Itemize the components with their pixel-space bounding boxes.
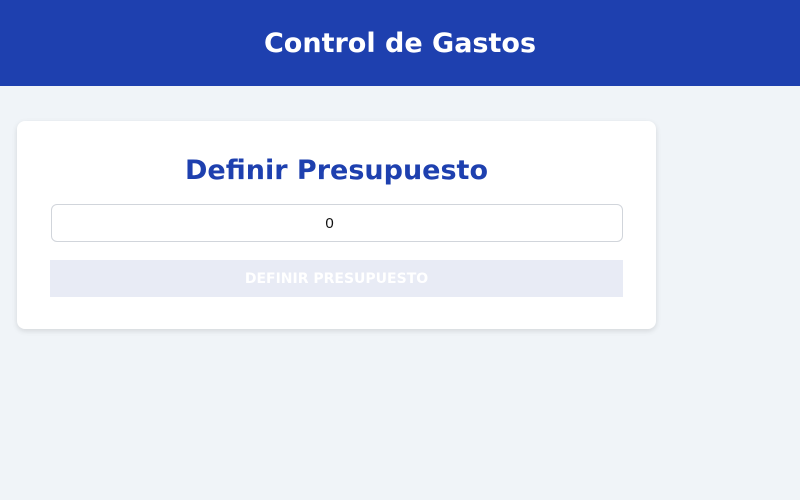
app-title: Control de Gastos	[263, 27, 537, 59]
budget-form-title: Definir Presupuesto	[184, 155, 489, 186]
budget-input[interactable]	[51, 204, 623, 242]
app-header: Control de Gastos	[0, 0, 800, 86]
define-budget-button[interactable]: DEFINIR PRESUPUESTO	[50, 260, 623, 297]
budget-form-card: Definir Presupuesto DEFINIR PRESUPUESTO	[17, 121, 656, 329]
